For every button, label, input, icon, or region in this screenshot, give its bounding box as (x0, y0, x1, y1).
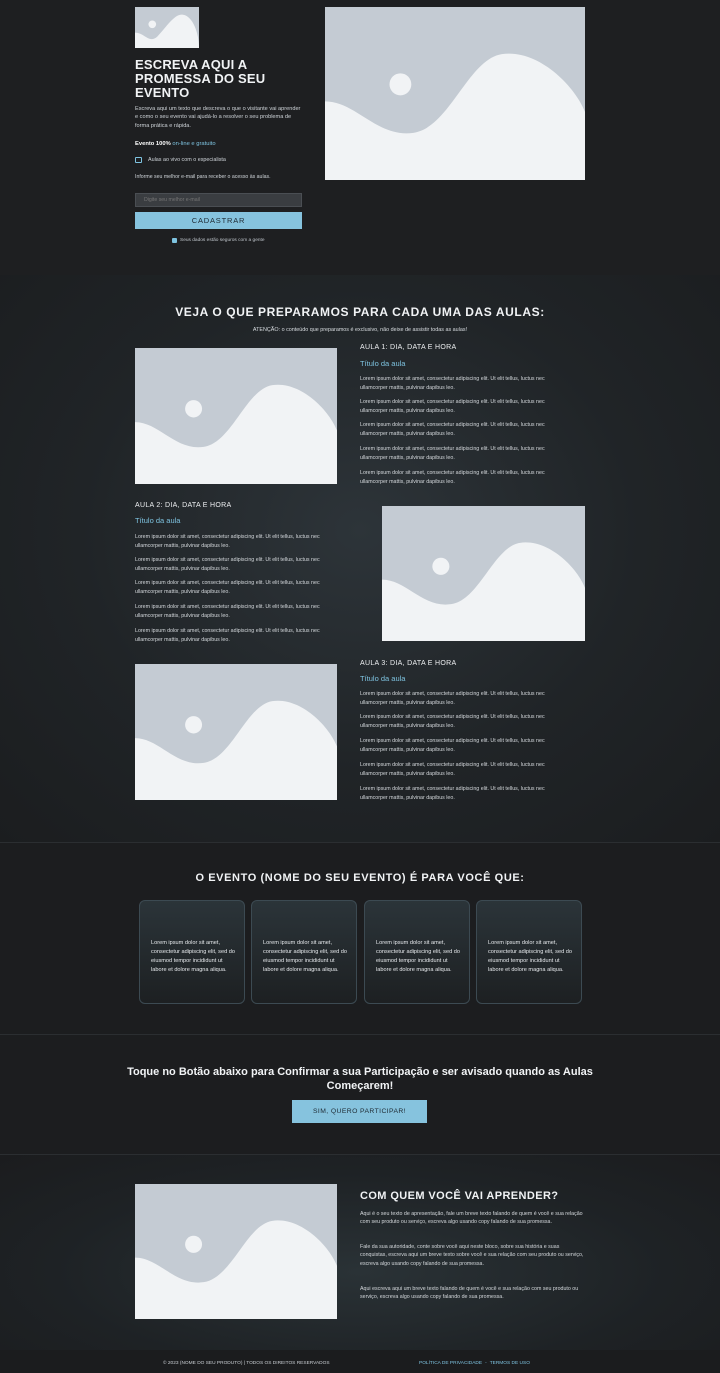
class-2-paragraph: Lorem ipsum dolor sit amet, consectetur … (135, 604, 320, 619)
live-text: Aulas ao vivo com o especialista (148, 157, 226, 163)
class-2-image (382, 506, 585, 641)
instructor-title: COM QUEM VOCÊ VAI APRENDER? (360, 1190, 559, 1202)
hero-image (325, 7, 585, 180)
hero-free-text: Evento 100% on-line e gratuito (135, 141, 216, 147)
instructor-paragraph: Aqui escreva aqui um breve texto falando… (360, 1286, 579, 1301)
benefit-card: Lorem ipsum dolor sit amet, consectetur … (364, 900, 470, 1004)
class-3-paragraph: Lorem ipsum dolor sit amet, consectetur … (360, 762, 545, 777)
class-2-subtitle: Título da aula (135, 516, 181, 525)
benefit-card: Lorem ipsum dolor sit amet, consectetur … (139, 900, 245, 1004)
class-1-image (135, 348, 337, 484)
email-field[interactable] (135, 193, 302, 207)
class-3-paragraph: Lorem ipsum dolor sit amet, consectetur … (360, 786, 545, 801)
class-2-paragraph: Lorem ipsum dolor sit amet, consectetur … (135, 557, 320, 572)
free-highlight: on-line e gratuito (172, 141, 216, 147)
instructor-paragraph: Fale da sua autoridade, conte sobre você… (360, 1244, 584, 1267)
page-title: ESCREVA AQUI A PROMESSA DO SEU EVENTO (135, 57, 266, 100)
secure-text: Seus dados estão seguros com a gente (180, 238, 265, 243)
privacy-policy-link[interactable]: POLÍTICA DE PRIVACIDADE (419, 1361, 482, 1366)
hero-info-text: Informe seu melhor e-mail para receber o… (135, 174, 271, 180)
video-icon (135, 157, 142, 163)
benefit-card-text: Lorem ipsum dolor sit amet, consectetur … (376, 940, 460, 973)
benefit-card: Lorem ipsum dolor sit amet, consectetur … (251, 900, 357, 1004)
class-2-heading: AULA 2: DIA, DATA E HORA (135, 502, 232, 509)
terms-of-use-link[interactable]: TERMOS DE USO (490, 1361, 530, 1366)
live-info: Aulas ao vivo com o especialista (135, 157, 226, 163)
classes-title: VEJA O QUE PREPARAMOS PARA CADA UMA DAS … (175, 305, 545, 319)
instructor-image (135, 1184, 337, 1319)
benefit-card-text: Lorem ipsum dolor sit amet, consectetur … (263, 940, 347, 973)
class-1-subtitle: Título da aula (360, 359, 406, 368)
class-1-heading: AULA 1: DIA, DATA E HORA (360, 344, 457, 351)
image-placeholder-icon (325, 7, 585, 180)
footer-copyright: © 2023 (NOME DO SEU PRODUTO) | TODOS OS … (163, 1361, 330, 1366)
register-button[interactable]: CADASTRAR (135, 212, 302, 229)
instructor-paragraph: Aqui é o seu texto de apresentação, fale… (360, 1211, 583, 1226)
class-3-paragraph: Lorem ipsum dolor sit amet, consectetur … (360, 738, 545, 753)
participate-button[interactable]: SIM, QUERO PARTICIPAR! (292, 1100, 427, 1123)
logo-image (135, 7, 199, 48)
class-1-paragraph: Lorem ipsum dolor sit amet, consectetur … (360, 470, 545, 485)
footer-separator: - (485, 1361, 487, 1366)
class-3-paragraph: Lorem ipsum dolor sit amet, consectetur … (360, 714, 545, 729)
image-placeholder-icon (382, 506, 585, 641)
hero-description: Escreva aqui um texto que descreva o que… (135, 106, 301, 129)
class-2-paragraph: Lorem ipsum dolor sit amet, consectetur … (135, 628, 320, 643)
benefit-card: Lorem ipsum dolor sit amet, consectetur … (476, 900, 582, 1004)
cta-title: Toque no Botão abaixo para Confirmar a s… (127, 1066, 593, 1092)
cta-section (0, 1034, 720, 1154)
class-1-paragraph: Lorem ipsum dolor sit amet, consectetur … (360, 399, 545, 414)
for-you-section (0, 842, 720, 1034)
image-placeholder-icon (135, 664, 337, 800)
class-3-image (135, 664, 337, 800)
class-1-paragraph: Lorem ipsum dolor sit amet, consectetur … (360, 446, 545, 461)
image-placeholder-icon (135, 7, 199, 48)
footer (0, 1350, 720, 1373)
benefit-card-text: Lorem ipsum dolor sit amet, consectetur … (151, 940, 235, 973)
image-placeholder-icon (135, 1184, 337, 1319)
benefit-card-text: Lorem ipsum dolor sit amet, consectetur … (488, 940, 572, 973)
free-prefix: Evento 100% (135, 141, 171, 147)
class-3-paragraph: Lorem ipsum dolor sit amet, consectetur … (360, 691, 545, 706)
class-1-paragraph: Lorem ipsum dolor sit amet, consectetur … (360, 376, 545, 391)
class-3-heading: AULA 3: DIA, DATA E HORA (360, 660, 457, 667)
for-you-title: O EVENTO (NOME DO SEU EVENTO) É PARA VOC… (195, 872, 525, 884)
image-placeholder-icon (135, 348, 337, 484)
lock-icon (172, 238, 177, 243)
class-2-paragraph: Lorem ipsum dolor sit amet, consectetur … (135, 580, 320, 595)
class-3-subtitle: Título da aula (360, 674, 406, 683)
secure-note: Seus dados estão seguros com a gente (172, 238, 265, 243)
classes-subtitle: ATENÇÃO: o conteúdo que preparamos é exc… (252, 327, 468, 333)
footer-links: POLÍTICA DE PRIVACIDADE - TERMOS DE USO (419, 1361, 530, 1366)
class-1-paragraph: Lorem ipsum dolor sit amet, consectetur … (360, 422, 545, 437)
class-2-paragraph: Lorem ipsum dolor sit amet, consectetur … (135, 534, 320, 549)
